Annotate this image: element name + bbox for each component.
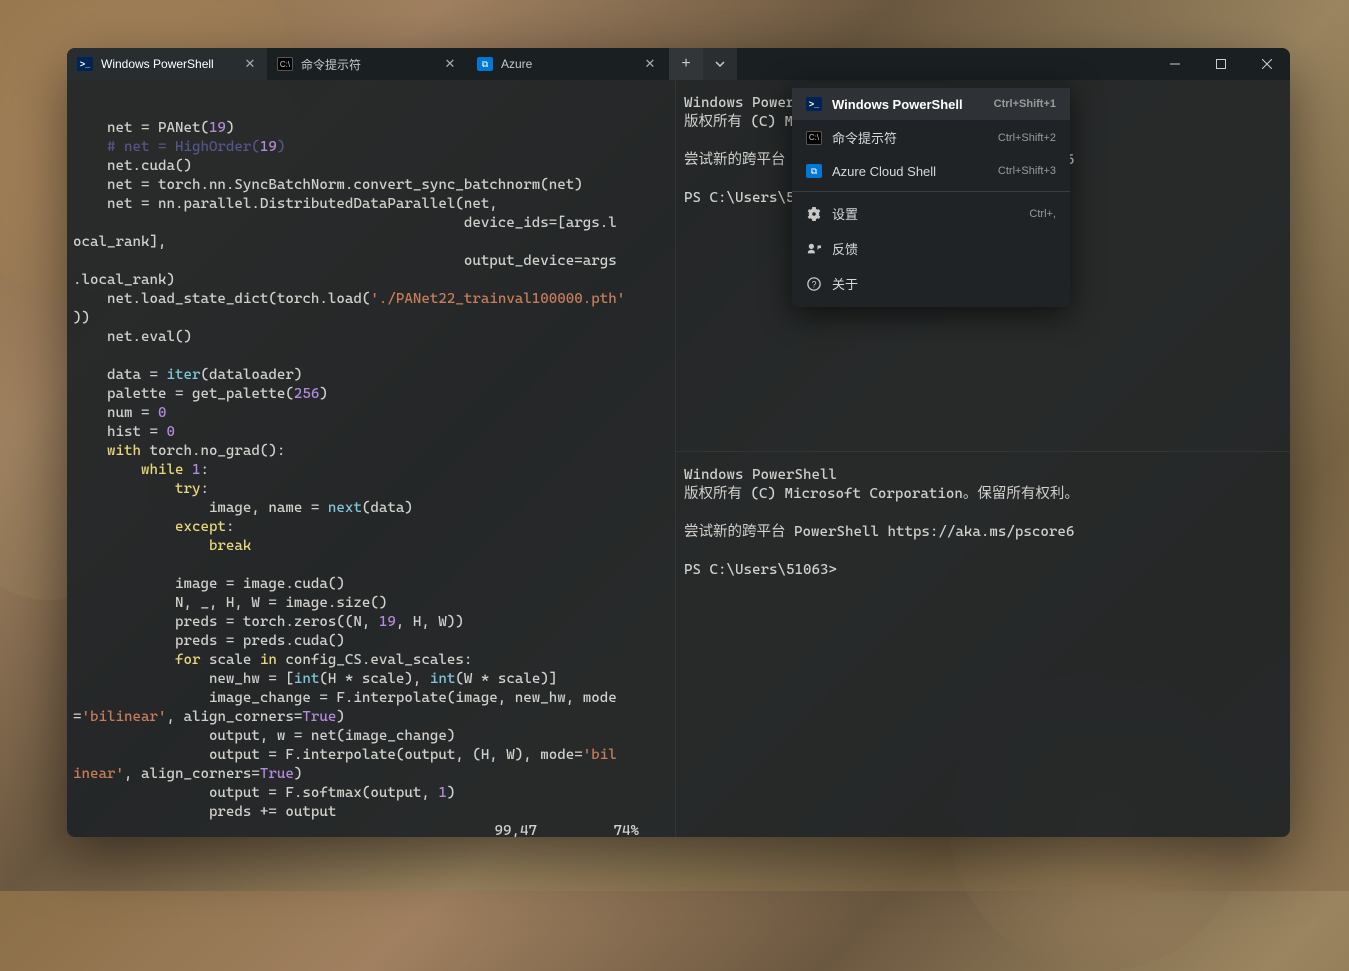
svg-text:?: ? bbox=[812, 279, 817, 289]
pane-left[interactable]: net = PANet(19) # net = HighOrder(19) ne… bbox=[67, 80, 675, 837]
dropdown-item-cmd[interactable]: C:\ 命令提示符 Ctrl+Shift+2 bbox=[792, 120, 1070, 155]
question-icon: ? bbox=[806, 276, 822, 292]
dropdown-item-about[interactable]: ? 关于 bbox=[792, 266, 1070, 301]
tab-dropdown-button[interactable] bbox=[703, 48, 737, 80]
dropdown-item-feedback[interactable]: 反馈 bbox=[792, 231, 1070, 266]
minimize-button[interactable] bbox=[1152, 48, 1198, 80]
tab-powershell[interactable]: >_ Windows PowerShell ✕ bbox=[67, 48, 267, 80]
code-view: net = PANet(19) # net = HighOrder(19) ne… bbox=[73, 100, 669, 837]
dropdown-item-settings[interactable]: 设置 Ctrl+, bbox=[792, 196, 1070, 231]
feedback-icon bbox=[806, 241, 822, 257]
chevron-down-icon bbox=[715, 59, 725, 69]
powershell-icon: >_ bbox=[77, 56, 93, 72]
menu-separator bbox=[792, 191, 1070, 192]
close-icon[interactable]: ✕ bbox=[643, 57, 657, 71]
tab-label: Windows PowerShell bbox=[101, 57, 235, 71]
cmd-icon: C:\ bbox=[277, 56, 293, 72]
tab-cmd[interactable]: C:\ 命令提示符 ✕ bbox=[267, 48, 467, 80]
terminal-output: Windows PowerShell 版权所有 (C) Microsoft Co… bbox=[684, 466, 1282, 580]
maximize-button[interactable] bbox=[1198, 48, 1244, 80]
new-tab-button[interactable]: + bbox=[669, 48, 703, 80]
new-tab-dropdown-menu: >_ Windows PowerShell Ctrl+Shift+1 C:\ 命… bbox=[792, 82, 1070, 307]
close-icon[interactable]: ✕ bbox=[243, 57, 257, 71]
azure-icon: ⧉ bbox=[477, 56, 493, 72]
tab-azure[interactable]: ⧉ Azure ✕ bbox=[467, 48, 667, 80]
tab-label: Azure bbox=[501, 57, 635, 71]
gear-icon bbox=[806, 206, 822, 222]
pane-bottom-right[interactable]: Windows PowerShell 版权所有 (C) Microsoft Co… bbox=[676, 452, 1290, 837]
terminal-window: >_ Windows PowerShell ✕ C:\ 命令提示符 ✕ ⧉ Az… bbox=[67, 48, 1290, 837]
cmd-icon: C:\ bbox=[806, 130, 822, 146]
titlebar: >_ Windows PowerShell ✕ C:\ 命令提示符 ✕ ⧉ Az… bbox=[67, 48, 1290, 80]
close-icon[interactable]: ✕ bbox=[443, 57, 457, 71]
azure-icon: ⧉ bbox=[806, 163, 822, 179]
dropdown-item-azure[interactable]: ⧉ Azure Cloud Shell Ctrl+Shift+3 bbox=[792, 155, 1070, 187]
tab-label: 命令提示符 bbox=[301, 56, 435, 73]
dropdown-item-powershell[interactable]: >_ Windows PowerShell Ctrl+Shift+1 bbox=[792, 88, 1070, 120]
powershell-icon: >_ bbox=[806, 96, 822, 112]
close-button[interactable] bbox=[1244, 48, 1290, 80]
